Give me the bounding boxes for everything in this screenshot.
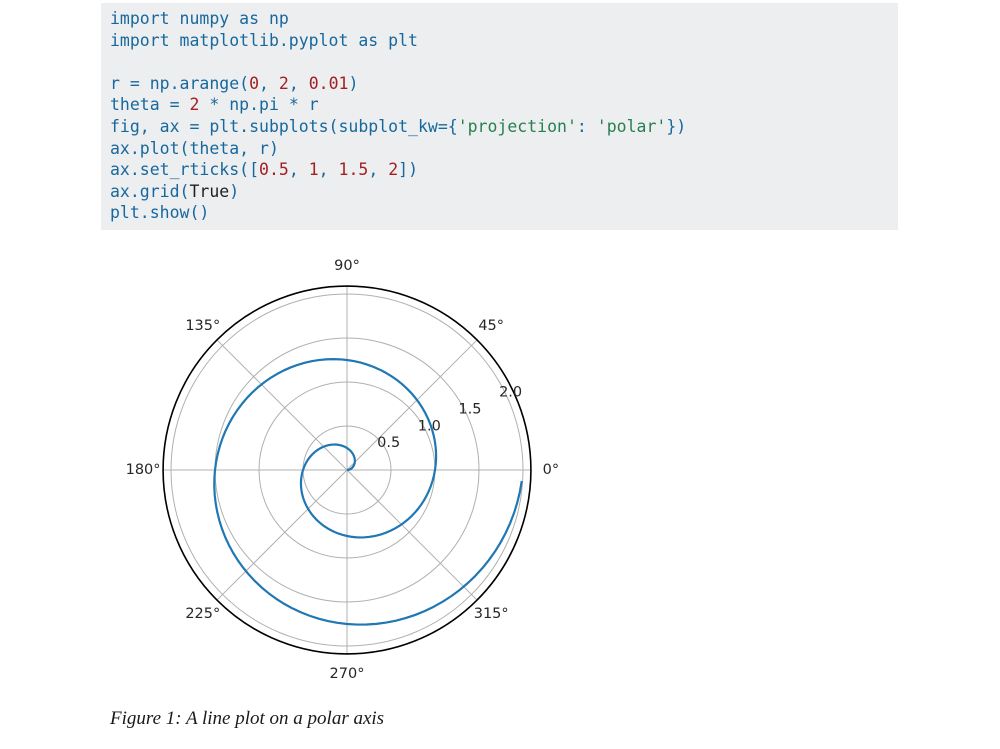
code-token-string: 'projection' [458,117,577,136]
theta-tick-label: 0° [543,462,559,478]
code-token-default: ) [229,182,239,201]
code-token-string: 'polar' [597,117,667,136]
code-line: import matplotlib.pyplot as plt [110,30,890,52]
figure-caption: Figure 1: A line plot on a polar axis [110,708,384,730]
code-token-default: , [289,160,309,179]
code-token-default: ) [348,74,358,93]
code-line: theta = 2 * np.pi * r [110,94,890,116]
code-token-default: ax.set_rticks([ [110,160,259,179]
code-token-default: , [289,74,309,93]
code-line: ax.set_rticks([0.5, 1, 1.5, 2]) [110,159,890,181]
r-tick-label: 0.5 [377,435,400,451]
code-token-default: , [319,160,339,179]
code-line: fig, ax = plt.subplots(subplot_kw={'proj… [110,116,890,138]
code-token-number: 2 [279,74,289,93]
code-line: plt.show() [110,202,890,224]
code-token-number: 1 [309,160,319,179]
r-tick-label: 2.0 [499,385,522,401]
theta-tick-label: 270° [330,666,365,682]
theta-gridline [217,470,347,600]
code-token-number: 2 [189,95,199,114]
r-tick-label: 1.0 [418,418,441,434]
code-block: import numpy as np import matplotlib.pypl… [101,3,898,230]
code-token-number: 2 [388,160,398,179]
code-token-default: , [259,74,279,93]
code-token-default: ax.plot(theta, r) [110,139,279,158]
code-token-number: 0.5 [259,160,289,179]
code-token-default: plt.show() [110,203,209,222]
theta-tick-label: 225° [185,606,220,622]
theta-tick-label: 90° [334,258,360,274]
code-line: import numpy as np [110,8,890,30]
theta-tick-label: 135° [185,318,220,334]
spiral-line [214,359,521,624]
code-token-keyword_constant: True [189,182,229,201]
code-token-default: import numpy as np [110,9,289,28]
code-token-default: theta = [110,95,189,114]
code-token-number: 0.01 [309,74,349,93]
code-token-default: * np.pi * r [199,95,318,114]
theta-gridline [347,470,477,600]
code-token-default: ax.grid( [110,182,189,201]
code-token-default: }) [666,117,686,136]
polar-chart-svg: 0° 45° 90° 135° 180° 225° 270° 315° 0.5 1.0 1.5 2.0 [100,245,580,695]
code-token-default: , [368,160,388,179]
polar-figure: 0° 45° 90° 135° 180° 225° 270° 315° 0.5 1.0 1.5 2.0 [100,245,580,695]
code-line: r = np.arange(0, 2, 0.01) [110,73,890,95]
theta-tick-label: 315° [474,606,509,622]
theta-tick-label: 180° [126,462,161,478]
code-token-default: fig, ax = plt.subplots(subplot_kw={ [110,117,458,136]
code-line: ax.grid(True) [110,181,890,203]
code-line [110,51,890,73]
code-token-number: 0 [249,74,259,93]
code-token-default: ]) [398,160,418,179]
code-line: ax.plot(theta, r) [110,138,890,160]
code-token-default: import matplotlib.pyplot as plt [110,31,418,50]
theta-tick-label: 45° [478,318,504,334]
code-token-default: r = np.arange( [110,74,249,93]
r-tick-label: 1.5 [458,401,481,417]
code-token-number: 1.5 [339,160,369,179]
code-token-default: : [577,117,597,136]
